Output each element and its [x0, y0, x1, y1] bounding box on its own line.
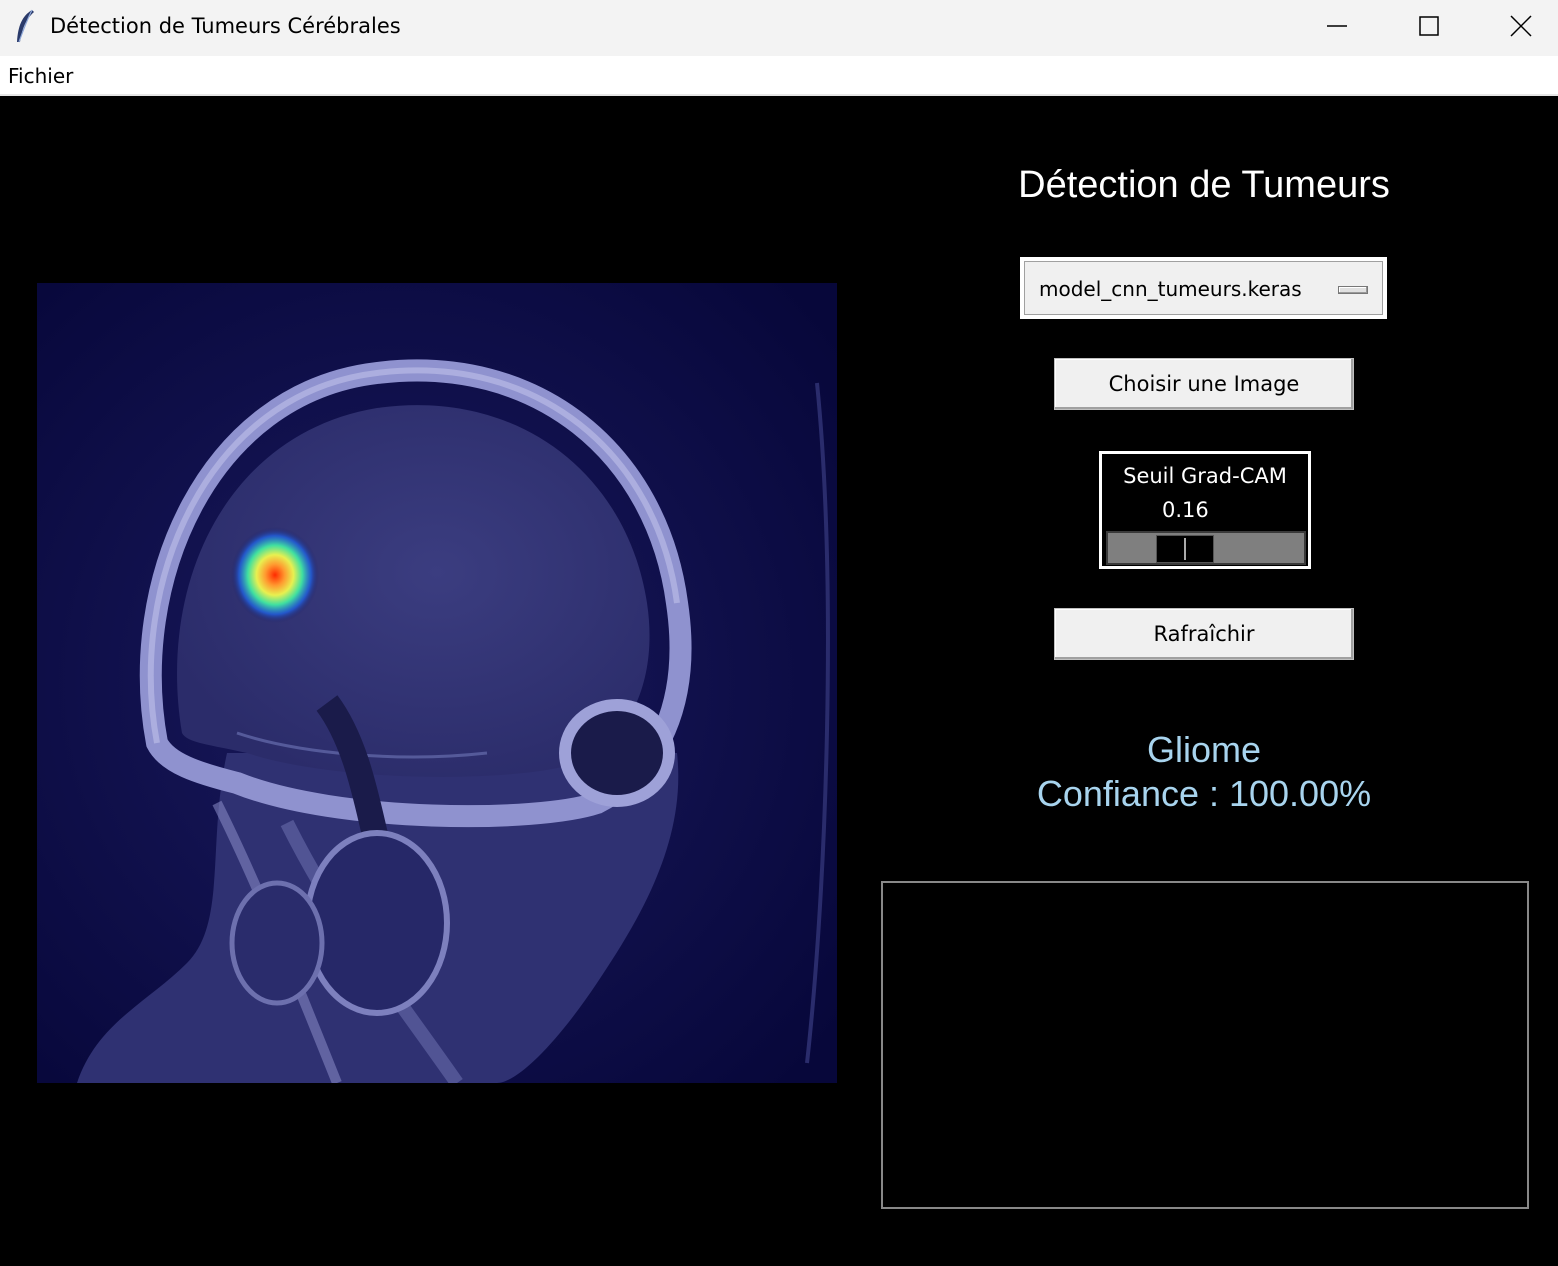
prediction-result: Gliome Confiance : 100.00% — [880, 728, 1528, 816]
threshold-trough[interactable] — [1106, 531, 1306, 565]
details-frame — [881, 881, 1529, 1209]
model-select-value: model_cnn_tumeurs.keras — [1039, 277, 1302, 301]
choose-image-button[interactable]: Choisir une Image — [1054, 358, 1354, 410]
minimize-button[interactable] — [1291, 0, 1383, 52]
threshold-label: Seuil Grad-CAM — [1123, 464, 1287, 488]
menu-bar: Fichier — [0, 56, 1558, 96]
maximize-icon — [1419, 16, 1439, 36]
title-bar: Détection de Tumeurs Cérébrales — [0, 0, 1558, 56]
close-icon — [1510, 15, 1532, 37]
menu-fichier[interactable]: Fichier — [8, 64, 73, 88]
prediction-class: Gliome — [1146, 729, 1262, 770]
threshold-slider-handle[interactable] — [1156, 535, 1214, 563]
prediction-confidence: Confiance : 100.00% — [1036, 773, 1372, 814]
model-select-box[interactable]: model_cnn_tumeurs.keras — [1024, 261, 1383, 315]
feather-icon — [17, 9, 34, 43]
model-select[interactable]: model_cnn_tumeurs.keras — [1020, 257, 1387, 319]
dropdown-indicator-icon — [1338, 286, 1368, 294]
maximize-button[interactable] — [1383, 0, 1475, 52]
window-title: Détection de Tumeurs Cérébrales — [50, 14, 401, 38]
threshold-value: 0.16 — [1162, 498, 1209, 522]
minimize-icon — [1327, 25, 1347, 27]
mri-scan-graphic — [37, 283, 837, 1083]
refresh-button[interactable]: Rafraîchir — [1054, 608, 1354, 660]
app-title: Détection de Tumeurs — [1018, 164, 1390, 206]
close-button[interactable] — [1475, 0, 1558, 52]
mri-scan-image — [37, 283, 837, 1083]
gradcam-threshold-scale[interactable]: Seuil Grad-CAM 0.16 — [1099, 451, 1311, 569]
